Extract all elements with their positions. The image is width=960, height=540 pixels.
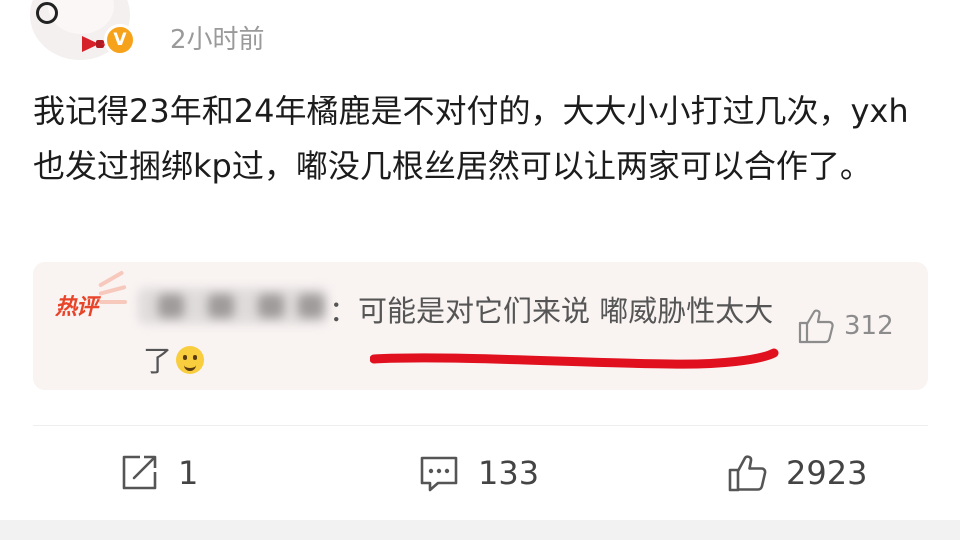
red-annotation-stroke — [370, 348, 779, 369]
hot-comment-tag: 热评 — [55, 295, 98, 320]
like-count: 2923 — [786, 454, 868, 492]
post-text[interactable]: 我记得23年和24年橘鹿是不对付的，大大小小打过几次，yxh也发过捆绑kp过，嘟… — [33, 84, 933, 194]
verified-badge-icon: V — [104, 24, 136, 56]
hot-comment-like-count: 312 — [844, 311, 894, 341]
comment-count: 133 — [478, 454, 540, 492]
repost-count: 1 — [178, 454, 199, 492]
avatar-magnifier — [36, 2, 58, 24]
bottom-separator — [0, 520, 960, 540]
post-time: 2小时前 — [170, 25, 265, 55]
smile-emoji-icon — [176, 346, 205, 374]
hot-tag-decoration-icon — [98, 270, 135, 318]
comment-button[interactable]: 133 — [418, 452, 539, 494]
hot-comment-like-button[interactable]: 312 — [796, 306, 894, 346]
like-button[interactable]: 2923 — [726, 452, 867, 494]
comment-bubble-icon — [420, 456, 458, 492]
edit-square-icon — [122, 455, 157, 490]
thumbs-up-icon — [728, 455, 767, 492]
thumbs-up-icon — [798, 309, 834, 344]
repost-button[interactable]: 1 — [118, 452, 198, 494]
avatar-face — [48, 0, 114, 34]
verified-badge-letter: V — [113, 29, 127, 50]
divider — [33, 425, 928, 426]
